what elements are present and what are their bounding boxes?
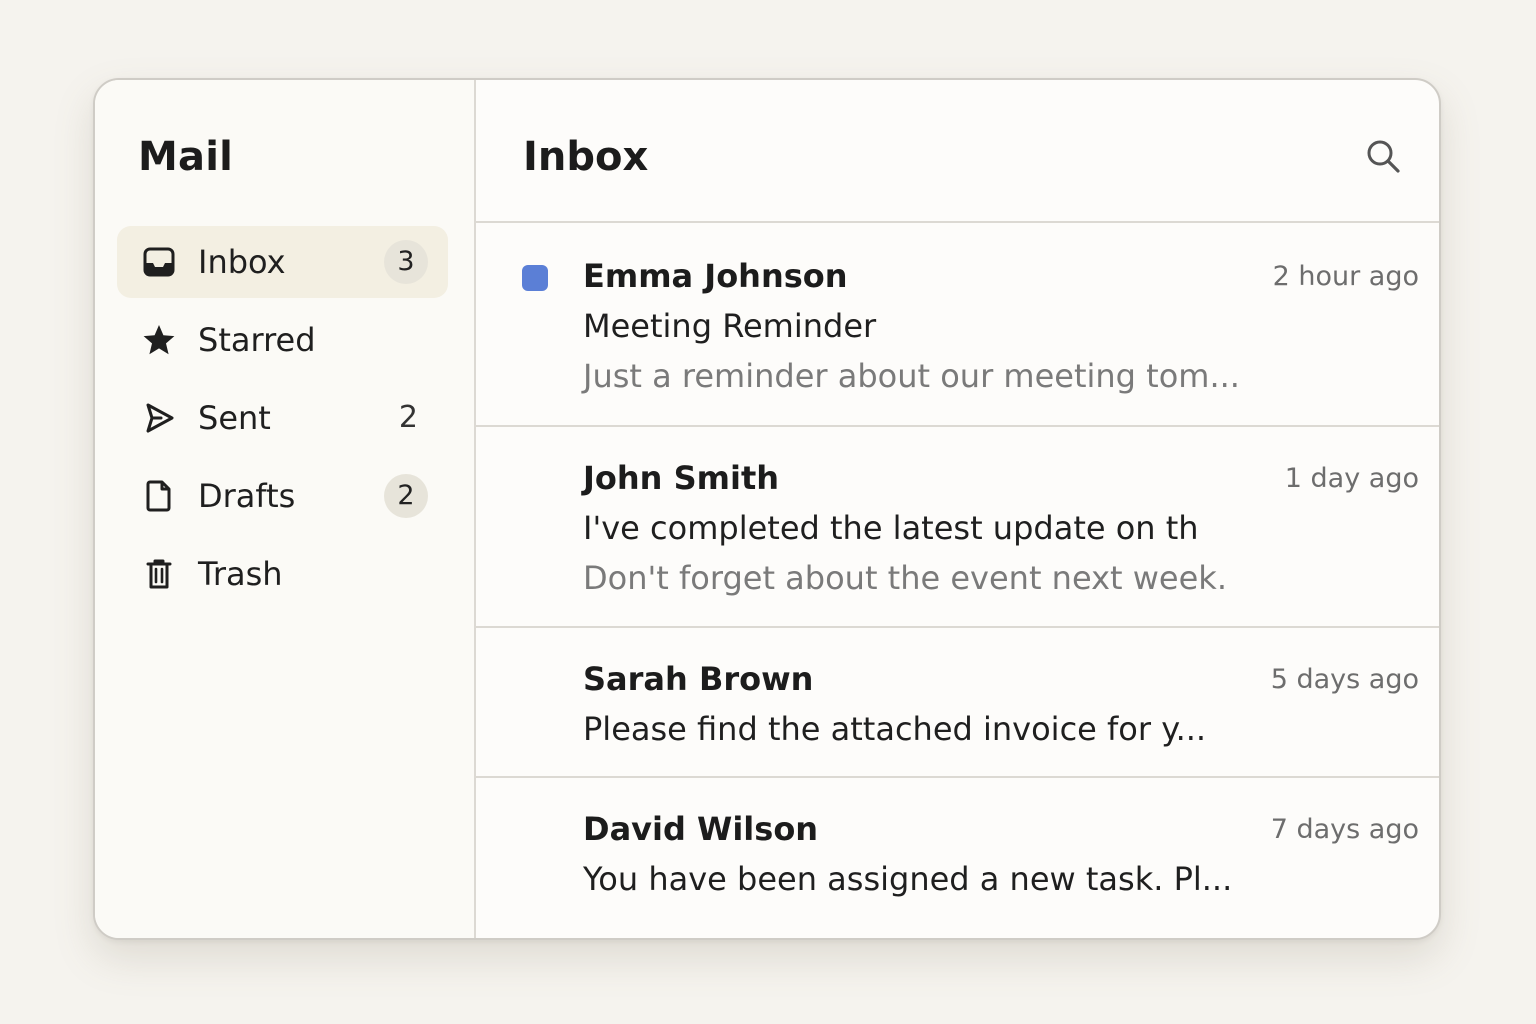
unread-indicator: [522, 265, 548, 291]
sent-count: 2: [398, 400, 418, 435]
draft-icon: [141, 478, 177, 514]
email-subject: I've completed the latest update on th: [583, 509, 1199, 547]
drafts-count-badge: 2: [384, 474, 428, 518]
email-row[interactable]: John Smith 1 day ago I've completed the …: [476, 427, 1439, 628]
sidebar: Mail Inbox 3 Starred Sent 2 Drafts 2 Tra…: [95, 80, 476, 938]
sidebar-item-label: Trash: [198, 555, 283, 593]
main-header: Inbox: [476, 80, 1439, 223]
search-button[interactable]: [1363, 136, 1403, 176]
email-subject: Please find the attached invoice for y..…: [583, 710, 1207, 748]
search-icon: [1363, 136, 1403, 176]
email-sender: Emma Johnson: [583, 257, 848, 295]
email-row[interactable]: Sarah Brown 5 days ago Please find the a…: [476, 628, 1439, 778]
app-title: Mail: [138, 134, 234, 180]
email-time: 5 days ago: [1270, 664, 1419, 695]
sidebar-item-starred[interactable]: Starred: [117, 304, 448, 376]
sidebar-item-drafts[interactable]: Drafts 2: [117, 460, 448, 532]
email-time: 2 hour ago: [1272, 261, 1419, 292]
email-time: 7 days ago: [1270, 814, 1419, 845]
sidebar-item-label: Sent: [198, 399, 271, 437]
email-sender: John Smith: [583, 459, 780, 497]
email-subject: Meeting Reminder: [583, 307, 877, 345]
sidebar-item-sent[interactable]: Sent 2: [117, 382, 448, 454]
sidebar-item-inbox[interactable]: Inbox 3: [117, 226, 448, 298]
email-preview: Just a reminder about our meeting tom...: [583, 357, 1240, 395]
mail-window: Mail Inbox 3 Starred Sent 2 Drafts 2 Tra…: [93, 78, 1441, 940]
unread-count-badge: 3: [384, 240, 428, 284]
sidebar-item-label: Inbox: [198, 243, 286, 281]
send-icon: [141, 400, 177, 436]
sidebar-item-label: Drafts: [198, 477, 296, 515]
sidebar-item-label: Starred: [198, 321, 316, 359]
main-panel: Inbox Emma Johnson 2 hour ago Meeting Re…: [476, 80, 1439, 938]
email-subject: You have been assigned a new task. Pl...: [583, 860, 1233, 898]
inbox-icon: [141, 244, 177, 280]
email-sender: Sarah Brown: [583, 660, 814, 698]
email-row[interactable]: David Wilson 7 days ago You have been as…: [476, 778, 1439, 938]
email-row[interactable]: Emma Johnson 2 hour ago Meeting Reminder…: [476, 223, 1439, 427]
email-preview: Don't forget about the event next week.: [583, 559, 1227, 597]
page-title: Inbox: [523, 134, 649, 180]
trash-icon: [141, 556, 177, 592]
email-time: 1 day ago: [1284, 463, 1419, 494]
star-icon: [141, 322, 177, 358]
sidebar-item-trash[interactable]: Trash: [117, 538, 448, 610]
email-sender: David Wilson: [583, 810, 819, 848]
